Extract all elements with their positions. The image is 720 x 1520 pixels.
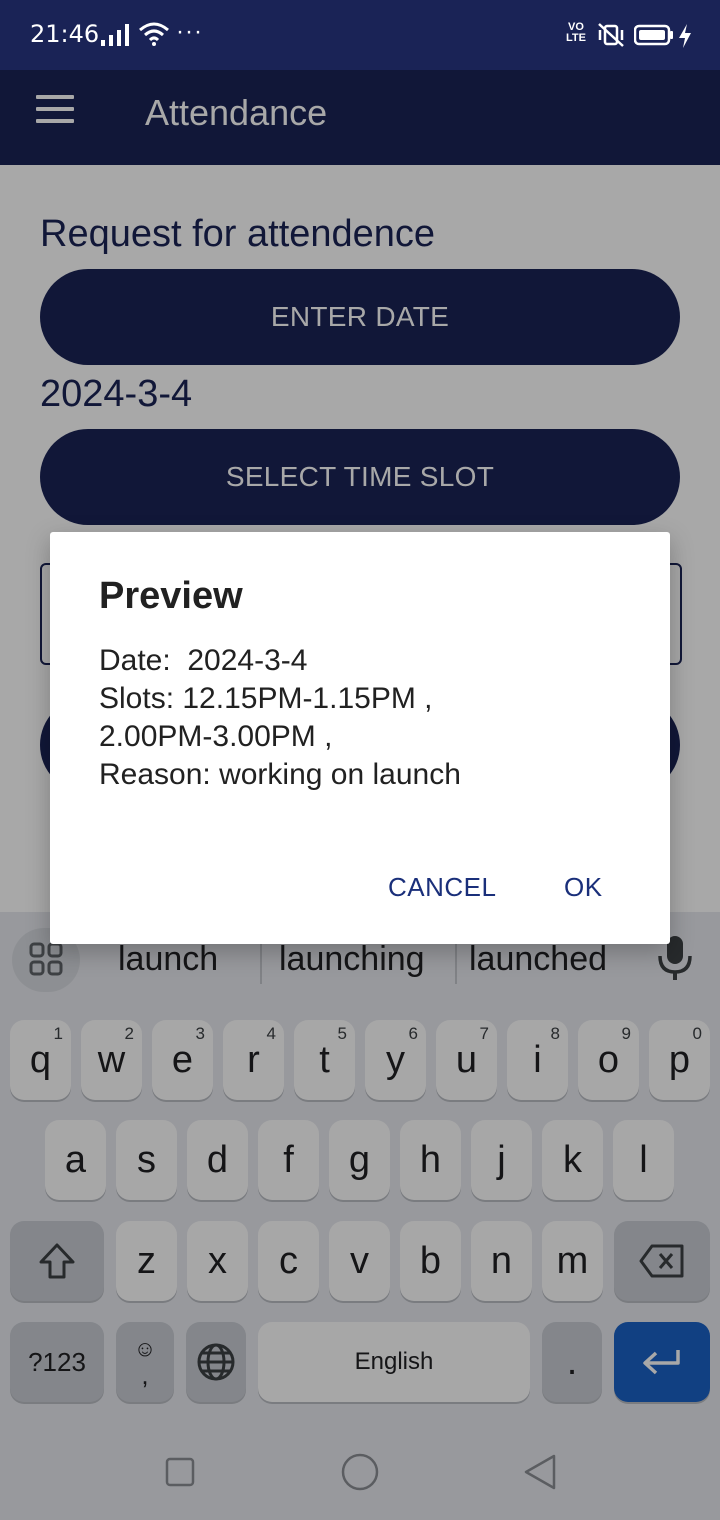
status-time: 21:46 [30, 20, 100, 48]
battery-icon [634, 24, 673, 46]
dialog-slots-line: Slots: 12.15PM-1.15PM , [99, 682, 433, 715]
charging-icon [679, 24, 691, 48]
status-bar: 21:46 ··· VO LTE [0, 0, 720, 70]
more-notifications-icon: ··· [176, 18, 203, 45]
dialog-reason-line: Reason: working on launch [99, 758, 461, 791]
ok-button[interactable]: OK [564, 872, 603, 903]
cancel-button[interactable]: CANCEL [388, 872, 496, 903]
wifi-icon [139, 22, 169, 46]
dialog-title: Preview [99, 575, 243, 617]
vibrate-mute-icon [598, 23, 624, 47]
dialog-slots-line-2: 2.00PM-3.00PM , [99, 720, 333, 753]
volte-icon: VO LTE [566, 21, 586, 44]
signal-icon [101, 24, 129, 46]
dialog-date-line: Date: 2024-3-4 [99, 644, 308, 677]
